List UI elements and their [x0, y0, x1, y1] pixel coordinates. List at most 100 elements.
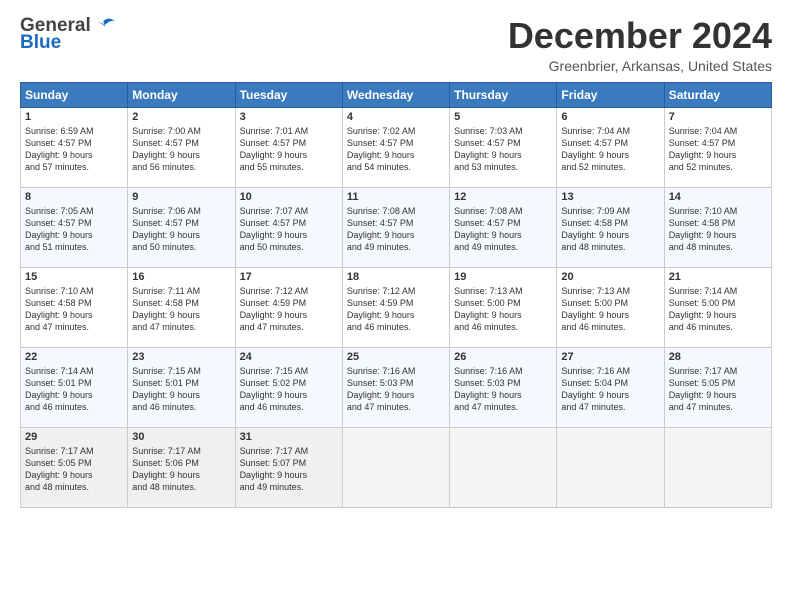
sunrise-text: Sunrise: 7:07 AM [240, 205, 338, 217]
cell-content: Sunrise: 7:17 AMSunset: 5:05 PMDaylight:… [25, 445, 123, 494]
daylight-text-1: Daylight: 9 hours [132, 229, 230, 241]
daylight-text-2: and 49 minutes. [240, 481, 338, 493]
daylight-text-1: Daylight: 9 hours [25, 389, 123, 401]
daylight-text-2: and 46 minutes. [669, 321, 767, 333]
sunset-text: Sunset: 5:05 PM [669, 377, 767, 389]
sunset-text: Sunset: 4:57 PM [347, 137, 445, 149]
cell-content: Sunrise: 7:04 AMSunset: 4:57 PMDaylight:… [669, 125, 767, 174]
sunrise-text: Sunrise: 7:14 AM [25, 365, 123, 377]
sunrise-text: Sunrise: 7:05 AM [25, 205, 123, 217]
calendar-cell [664, 427, 771, 507]
day-number: 30 [132, 431, 230, 443]
weekday-header-tuesday: Tuesday [235, 82, 342, 107]
sunrise-text: Sunrise: 7:12 AM [347, 285, 445, 297]
day-number: 25 [347, 351, 445, 363]
daylight-text-2: and 48 minutes. [132, 481, 230, 493]
calendar-cell: 10Sunrise: 7:07 AMSunset: 4:57 PMDayligh… [235, 187, 342, 267]
weekday-header-wednesday: Wednesday [342, 82, 449, 107]
calendar-table: SundayMondayTuesdayWednesdayThursdayFrid… [20, 82, 772, 508]
daylight-text-2: and 52 minutes. [561, 161, 659, 173]
day-number: 13 [561, 191, 659, 203]
sunrise-text: Sunrise: 7:09 AM [561, 205, 659, 217]
daylight-text-2: and 46 minutes. [25, 401, 123, 413]
cell-content: Sunrise: 7:12 AMSunset: 4:59 PMDaylight:… [240, 285, 338, 334]
cell-content: Sunrise: 7:11 AMSunset: 4:58 PMDaylight:… [132, 285, 230, 334]
day-number: 9 [132, 191, 230, 203]
week-row-4: 22 Sunrise: 7:14 AM Sunset: 5:01 PM Dayligh… [21, 347, 772, 427]
calendar-cell: 7 Sunrise: 7:04 AMSunset: 4:57 PMDaylight… [664, 107, 771, 187]
week-row-2: 8Sunrise: 7:05 AMSunset: 4:57 PMDaylight… [21, 187, 772, 267]
day-number: 24 [240, 351, 338, 363]
title-section: December 2024 Greenbrier, Arkansas, Unit… [508, 16, 772, 74]
cell-content: Sunrise: 7:15 AMSunset: 5:01 PMDaylight:… [132, 365, 230, 414]
sunrise-text: Sunrise: 7:00 AM [132, 125, 230, 137]
day-number: 15 [25, 271, 123, 283]
calendar-cell: 1Sunrise: 6:59 AMSunset: 4:57 PMDaylight… [21, 107, 128, 187]
cell-content: Sunrise: 7:03 AMSunset: 4:57 PMDaylight:… [454, 125, 552, 174]
day-number: 3 [240, 111, 338, 123]
sunset-text: Sunset: 4:59 PM [347, 297, 445, 309]
daylight-text-2: and 47 minutes. [669, 401, 767, 413]
daylight-text-2: and 48 minutes. [25, 481, 123, 493]
calendar-cell: 21Sunrise: 7:14 AMSunset: 5:00 PMDayligh… [664, 267, 771, 347]
daylight-text-2: and 48 minutes. [669, 241, 767, 253]
weekday-header-sunday: Sunday [21, 82, 128, 107]
cell-content: Sunrise: 7:10 AMSunset: 4:58 PMDaylight:… [25, 285, 123, 334]
sunset-text: Sunset: 5:04 PM [561, 377, 659, 389]
calendar-cell: 18Sunrise: 7:12 AMSunset: 4:59 PMDayligh… [342, 267, 449, 347]
calendar-cell: 20Sunrise: 7:13 AMSunset: 5:00 PMDayligh… [557, 267, 664, 347]
sunset-text: Sunset: 5:05 PM [25, 457, 123, 469]
daylight-text-1: Daylight: 9 hours [454, 309, 552, 321]
sunrise-text: Sunrise: 7:15 AM [240, 365, 338, 377]
calendar-cell: 22Sunrise: 7:14 AMSunset: 5:01 PMDayligh… [21, 347, 128, 427]
day-number: 21 [669, 271, 767, 283]
sunrise-text: Sunrise: 7:01 AM [240, 125, 338, 137]
daylight-text-1: Daylight: 9 hours [25, 469, 123, 481]
sunrise-text: Sunrise: 7:10 AM [25, 285, 123, 297]
sunset-text: Sunset: 4:57 PM [25, 217, 123, 229]
day-number: 2 [132, 111, 230, 123]
sunrise-text: Sunrise: 7:08 AM [454, 205, 552, 217]
calendar-cell: 16Sunrise: 7:11 AMSunset: 4:58 PMDayligh… [128, 267, 235, 347]
calendar-cell: 5Sunrise: 7:03 AMSunset: 4:57 PMDaylight… [450, 107, 557, 187]
sunset-text: Sunset: 4:58 PM [669, 217, 767, 229]
sunset-text: Sunset: 5:01 PM [132, 377, 230, 389]
location: Greenbrier, Arkansas, United States [508, 58, 772, 74]
logo-bird-icon [95, 18, 115, 32]
daylight-text-2: and 53 minutes. [454, 161, 552, 173]
sunrise-text: Sunrise: 7:17 AM [669, 365, 767, 377]
logo-blue-text: Blue [20, 33, 61, 52]
day-number: 27 [561, 351, 659, 363]
sunrise-text: Sunrise: 7:16 AM [454, 365, 552, 377]
cell-content: Sunrise: 7:12 AMSunset: 4:59 PMDaylight:… [347, 285, 445, 334]
day-number: 12 [454, 191, 552, 203]
daylight-text-1: Daylight: 9 hours [454, 149, 552, 161]
cell-content: Sunrise: 7:02 AMSunset: 4:57 PMDaylight:… [347, 125, 445, 174]
cell-content: Sunrise: 7:15 AMSunset: 5:02 PMDaylight:… [240, 365, 338, 414]
daylight-text-1: Daylight: 9 hours [25, 309, 123, 321]
weekday-header-friday: Friday [557, 82, 664, 107]
calendar-cell: 28Sunrise: 7:17 AMSunset: 5:05 PMDayligh… [664, 347, 771, 427]
calendar-cell [342, 427, 449, 507]
cell-content: Sunrise: 7:16 AMSunset: 5:03 PMDaylight:… [454, 365, 552, 414]
daylight-text-2: and 57 minutes. [25, 161, 123, 173]
sunset-text: Sunset: 5:06 PM [132, 457, 230, 469]
daylight-text-2: and 46 minutes. [561, 321, 659, 333]
sunrise-text: Sunrise: 7:16 AM [347, 365, 445, 377]
cell-content: Sunrise: 7:13 AMSunset: 5:00 PMDaylight:… [454, 285, 552, 334]
day-number: 14 [669, 191, 767, 203]
week-row-1: 1Sunrise: 6:59 AMSunset: 4:57 PMDaylight… [21, 107, 772, 187]
sunset-text: Sunset: 4:58 PM [25, 297, 123, 309]
sunrise-text: Sunrise: 7:16 AM [561, 365, 659, 377]
calendar-cell: 27Sunrise: 7:16 AMSunset: 5:04 PMDayligh… [557, 347, 664, 427]
weekday-header-monday: Monday [128, 82, 235, 107]
cell-content: Sunrise: 7:08 AMSunset: 4:57 PMDaylight:… [454, 205, 552, 254]
sunset-text: Sunset: 4:57 PM [347, 217, 445, 229]
day-number: 22 [25, 351, 123, 363]
daylight-text-1: Daylight: 9 hours [454, 229, 552, 241]
cell-content: Sunrise: 7:17 AMSunset: 5:07 PMDaylight:… [240, 445, 338, 494]
day-number: 7 [669, 111, 767, 123]
sunset-text: Sunset: 5:00 PM [454, 297, 552, 309]
calendar-cell: 23Sunrise: 7:15 AMSunset: 5:01 PMDayligh… [128, 347, 235, 427]
day-number: 17 [240, 271, 338, 283]
